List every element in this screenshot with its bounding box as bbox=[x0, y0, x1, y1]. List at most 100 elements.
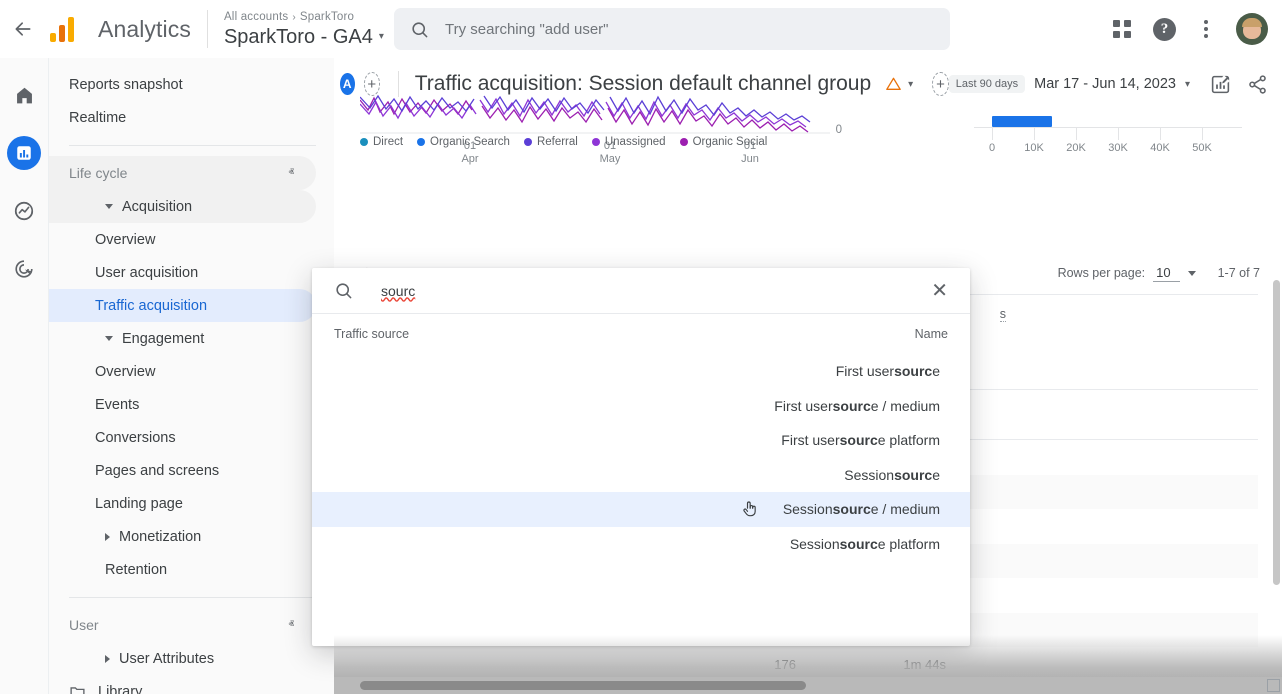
search-icon bbox=[410, 20, 429, 39]
sidebar-item-retention[interactable]: Retention bbox=[49, 553, 316, 586]
sidebar-item-engagement-overview[interactable]: Overview bbox=[49, 355, 316, 388]
property-name[interactable]: SparkToro - GA4 ▾ bbox=[224, 25, 384, 49]
help-icon[interactable]: ? bbox=[1153, 17, 1176, 41]
bar-x-tick-30k: 30K bbox=[1108, 142, 1128, 154]
google-analytics-logo bbox=[50, 16, 84, 42]
left-icon-rail bbox=[0, 58, 49, 694]
sidebar-item-engagement[interactable]: Engagement bbox=[49, 322, 316, 355]
dimension-option-first-user-source-medium[interactable]: First user sourc e / medium bbox=[312, 389, 970, 424]
sidebar-group-user-label: User bbox=[69, 617, 99, 633]
sidebar-item-library[interactable]: Library bbox=[49, 675, 316, 694]
sidebar-item-pages-and-screens[interactable]: Pages and screens bbox=[49, 454, 316, 487]
horizontal-scrollbar-thumb[interactable] bbox=[360, 681, 806, 690]
sidebar-item-conversions[interactable]: Conversions bbox=[49, 421, 316, 454]
pagination-range: 1-7 of 7 bbox=[1217, 266, 1260, 280]
add-insight-icon[interactable]: + bbox=[932, 72, 949, 96]
triangle-down-icon bbox=[105, 204, 113, 209]
add-comparison-icon[interactable]: + bbox=[363, 72, 381, 96]
divider bbox=[206, 10, 208, 48]
account-selector[interactable]: All accounts › SparkToro SparkToro - GA4 ▾ bbox=[224, 10, 384, 49]
edit-report-icon[interactable] bbox=[1210, 74, 1231, 95]
sidebar-item-acquisition-label: Acquisition bbox=[122, 198, 193, 215]
rows-per-page-label: Rows per page: bbox=[1057, 266, 1146, 280]
avatar[interactable] bbox=[1236, 13, 1268, 45]
bar-chart-bar-direct bbox=[992, 116, 1052, 127]
legend-dot bbox=[591, 138, 600, 146]
legend-item-organic-social[interactable]: Organic Social bbox=[679, 136, 768, 148]
bar-chart: 0 10K 20K 30K 40K 50K bbox=[974, 108, 1242, 216]
sidebar-item-acquisition-overview[interactable]: Overview bbox=[49, 223, 316, 256]
sidebar-item-acquisition[interactable]: Acquisition bbox=[49, 190, 316, 223]
comparison-badge[interactable]: A bbox=[340, 73, 355, 95]
close-icon[interactable]: ✕ bbox=[927, 277, 952, 305]
sidebar-item-events[interactable]: Events bbox=[49, 388, 316, 421]
chevron-down-icon: ▾ bbox=[908, 78, 914, 90]
sidebar-item-monetization[interactable]: Monetization bbox=[49, 520, 316, 553]
sidebar-group-life-cycle[interactable]: Life cycle ⱏ bbox=[49, 156, 316, 190]
date-range-selector[interactable]: Last 90 days Mar 17 - Jun 14, 2023 ▾ bbox=[948, 75, 1190, 93]
global-search-placeholder: Try searching "add user" bbox=[445, 20, 609, 38]
share-icon[interactable] bbox=[1247, 74, 1268, 95]
apps-grid-icon[interactable] bbox=[1113, 20, 1131, 38]
rail-item-advertising[interactable] bbox=[7, 252, 41, 286]
triangle-right-icon bbox=[105, 532, 110, 541]
folder-icon bbox=[69, 683, 86, 694]
sidebar-item-user-attributes[interactable]: User Attributes bbox=[49, 642, 316, 675]
dimension-option-session-source-medium[interactable]: Session sourc e / medium bbox=[312, 492, 970, 527]
dimension-option-session-source-platform[interactable]: Session sourc e platform bbox=[312, 527, 970, 562]
more-vertical-icon[interactable] bbox=[1198, 16, 1214, 42]
dimension-option-first-user-source[interactable]: First user sourc e bbox=[312, 354, 970, 389]
sidebar-item-traffic-acquisition[interactable]: Traffic acquisition bbox=[49, 289, 316, 322]
top-bar-actions: ? bbox=[1113, 0, 1268, 58]
dimension-column-right: Name bbox=[914, 327, 948, 341]
dimension-search-row[interactable]: sourc ✕ bbox=[312, 268, 970, 314]
legend-item-direct[interactable]: Direct bbox=[360, 136, 403, 148]
bar-x-tick-40k: 40K bbox=[1150, 142, 1170, 154]
sidebar-group-user[interactable]: User ⱏ bbox=[49, 608, 316, 642]
reports-navigation: Reports snapshot Realtime Life cycle ⱏ A… bbox=[49, 58, 334, 694]
dimension-picker-dialog: sourc ✕ Traffic source Name First user s… bbox=[312, 268, 970, 646]
legend-label: Organic Social bbox=[692, 136, 768, 148]
analytics-app: Analytics All accounts › SparkToro SparkTo… bbox=[0, 0, 1282, 694]
rail-item-reports[interactable] bbox=[7, 136, 41, 170]
sidebar-group-life-cycle-label: Life cycle bbox=[69, 165, 128, 181]
account-breadcrumb: All accounts › SparkToro bbox=[224, 10, 384, 25]
sidebar-item-user-acquisition[interactable]: User acquisition bbox=[49, 256, 316, 289]
chevron-down-icon[interactable] bbox=[1187, 270, 1196, 276]
legend-item-organic-search[interactable]: Organic Search bbox=[417, 136, 510, 148]
sidebar-item-realtime[interactable]: Realtime bbox=[49, 101, 316, 134]
sidebar-item-retention-label: Retention bbox=[105, 561, 168, 578]
dimension-option-first-user-source-platform[interactable]: First user sourc e platform bbox=[312, 423, 970, 458]
divider bbox=[69, 597, 316, 598]
rows-per-page-control[interactable]: Rows per page: 10 bbox=[1058, 265, 1196, 282]
dimension-option-session-source[interactable]: Session sourc e bbox=[312, 458, 970, 493]
sidebar-item-reports-snapshot[interactable]: Reports snapshot bbox=[49, 68, 316, 101]
global-search-input[interactable]: Try searching "add user" bbox=[394, 8, 950, 50]
rail-item-explore[interactable] bbox=[7, 194, 41, 228]
bar-x-tick-50k: 50K bbox=[1192, 142, 1212, 154]
legend-item-referral[interactable]: Referral bbox=[523, 136, 578, 148]
rail-item-home[interactable] bbox=[7, 78, 41, 112]
legend-dot bbox=[679, 138, 688, 146]
back-arrow-icon[interactable] bbox=[0, 19, 46, 39]
resize-corner[interactable] bbox=[1267, 679, 1280, 692]
search-icon bbox=[334, 281, 353, 300]
date-range-text: Mar 17 - Jun 14, 2023 bbox=[1034, 76, 1176, 92]
vertical-scrollbar-thumb[interactable] bbox=[1273, 280, 1280, 585]
sidebar-item-user-attributes-label: User Attributes bbox=[119, 650, 215, 667]
sidebar-item-monetization-label: Monetization bbox=[119, 528, 202, 545]
breadcrumb-child: SparkToro bbox=[299, 10, 355, 23]
chevron-up-icon: ⱏ bbox=[288, 618, 294, 631]
legend-item-unassigned[interactable]: Unassigned bbox=[591, 136, 666, 148]
bar-x-tick-10k: 10K bbox=[1024, 142, 1044, 154]
bar-x-tick-20k: 20K bbox=[1066, 142, 1086, 154]
dimension-search-input[interactable]: sourc bbox=[381, 283, 927, 299]
warning-triangle-icon[interactable]: ▾ bbox=[880, 74, 918, 94]
legend-dot bbox=[417, 138, 426, 146]
sidebar-item-engagement-label: Engagement bbox=[122, 330, 205, 347]
chevron-down-icon: ▾ bbox=[378, 30, 384, 42]
rows-per-page-value[interactable]: 10 bbox=[1153, 265, 1180, 282]
sidebar-item-landing-page[interactable]: Landing page bbox=[49, 487, 316, 520]
chart-legend: Direct Organic Search Referral Unassigne… bbox=[360, 136, 767, 148]
dimension-options-list: First user sourc e First user sourc e / me… bbox=[312, 354, 970, 646]
